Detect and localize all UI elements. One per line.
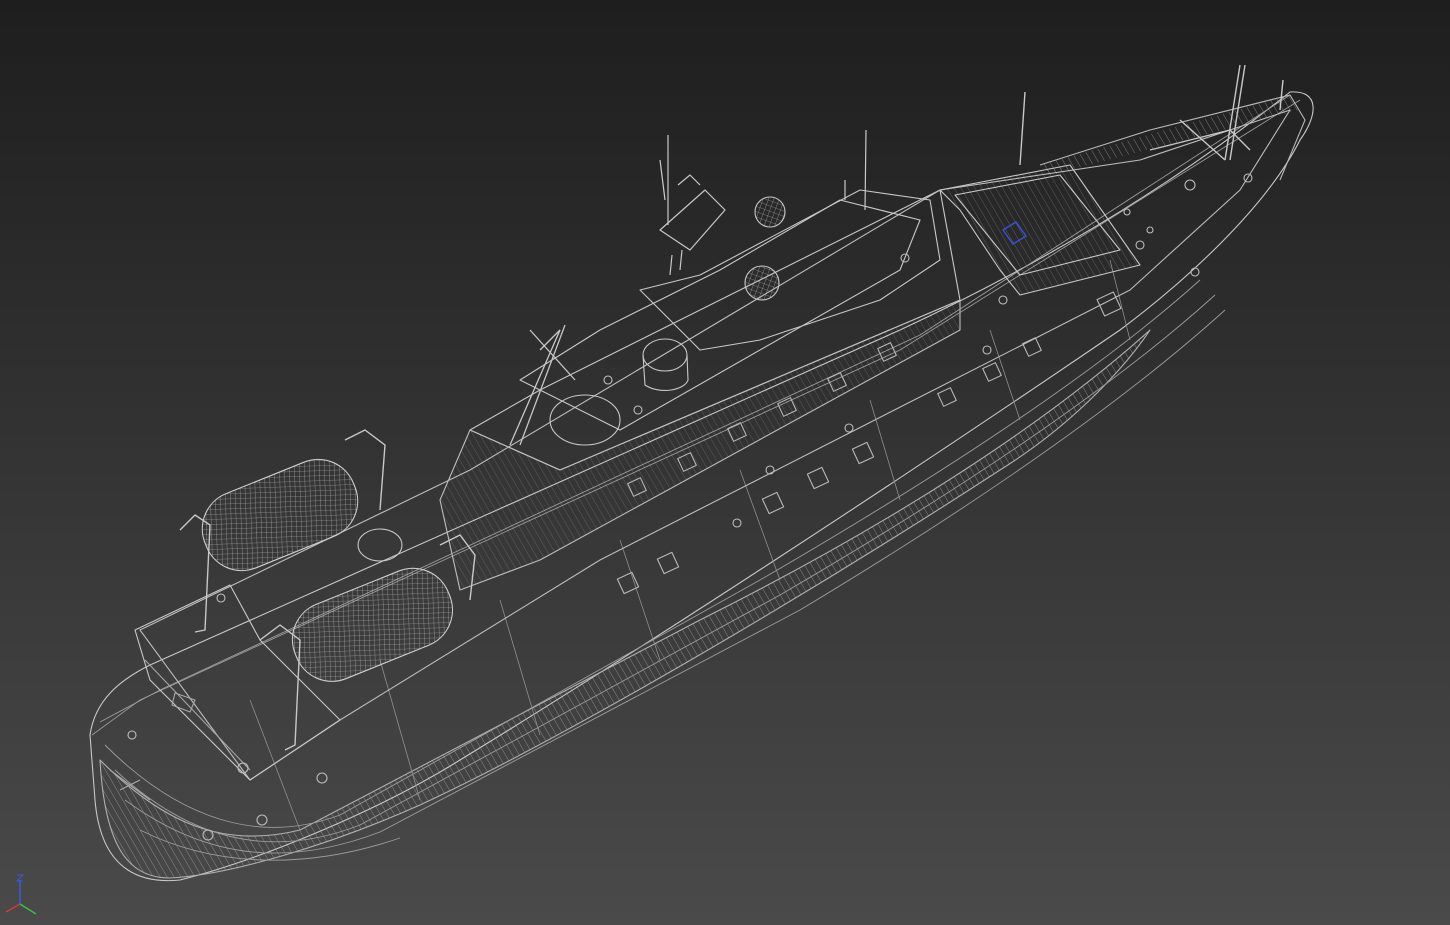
viewport-background bbox=[0, 0, 1450, 925]
x-axis-icon bbox=[5, 903, 21, 913]
radar-dome-2 bbox=[744, 265, 780, 301]
viewport-canvas[interactable] bbox=[0, 0, 1450, 925]
y-axis-icon bbox=[19, 903, 37, 915]
radar-dome-1 bbox=[754, 196, 786, 228]
3d-viewport[interactable] bbox=[0, 0, 1450, 925]
axis-gizmo bbox=[5, 874, 37, 915]
